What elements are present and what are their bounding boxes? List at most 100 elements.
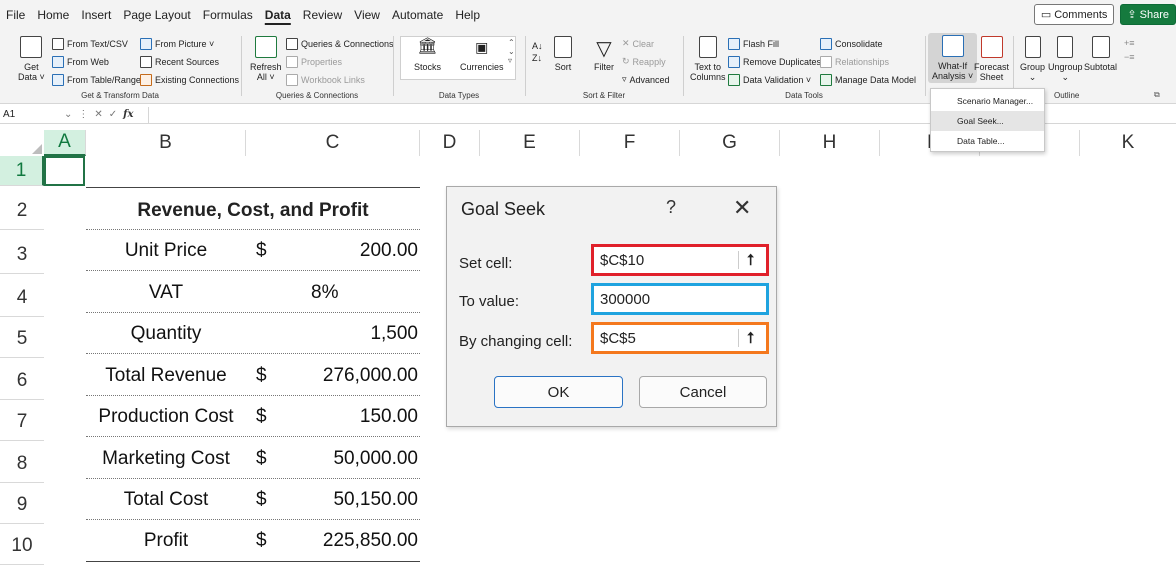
row-value[interactable]: 1,500	[280, 316, 418, 352]
stocks-button[interactable]: 🏛 Stocks	[414, 39, 441, 73]
column-header-f[interactable]: F	[580, 130, 680, 156]
menu-view[interactable]: View	[348, 8, 386, 22]
reapply-button[interactable]: ↻ Reapply	[622, 56, 666, 67]
row-label[interactable]: Profit	[86, 523, 246, 559]
existing-connections-button[interactable]: Existing Connections	[140, 74, 239, 86]
flash-fill-icon	[728, 38, 740, 50]
from-web-button[interactable]: From Web	[52, 56, 109, 68]
currencies-button[interactable]: ▣ Currencies	[460, 40, 504, 72]
insert-function-icon[interactable]: fx	[123, 109, 133, 120]
column-header-e[interactable]: E	[480, 130, 580, 156]
column-header-b[interactable]: B	[86, 130, 246, 156]
menu-automate[interactable]: Automate	[386, 8, 449, 22]
row-label[interactable]: VAT	[86, 275, 246, 311]
recent-sources-button[interactable]: Recent Sources	[140, 56, 219, 68]
collapse-dialog-icon[interactable]: ⭡	[738, 329, 762, 347]
data-validation-button[interactable]: Data Validation ˅	[728, 74, 811, 86]
properties-button[interactable]: Properties	[286, 56, 342, 68]
row-header-5[interactable]: 5	[0, 321, 44, 358]
subtotal-button[interactable]: Subtotal	[1084, 36, 1117, 72]
row-value[interactable]: 225,850.00	[280, 523, 418, 559]
menu-review[interactable]: Review	[297, 8, 348, 22]
column-header-h[interactable]: H	[780, 130, 880, 156]
from-picture-button[interactable]: From Picture ˅	[140, 38, 214, 50]
ungroup-button[interactable]: Ungroup ⌄	[1048, 36, 1083, 82]
clear-button[interactable]: ✕ Clear	[622, 38, 654, 49]
row-header-3[interactable]: 3	[0, 237, 44, 274]
filter-button[interactable]: ▽ Filter	[594, 36, 614, 72]
menu-insert[interactable]: Insert	[75, 8, 117, 22]
show-hide-detail-icon[interactable]: +≡ −≡	[1124, 36, 1135, 64]
what-if-analysis-button[interactable]: What-If Analysis ˅	[928, 33, 978, 83]
row-value[interactable]: 50,150.00	[280, 482, 418, 518]
from-text-csv-button[interactable]: From Text/CSV	[52, 38, 128, 50]
menu-item-goal-seek[interactable]: Goal Seek...	[931, 111, 1044, 131]
cancel-icon[interactable]: ✕	[94, 109, 102, 120]
advanced-filter-button[interactable]: ▿ Advanced	[622, 74, 670, 85]
flash-fill-button[interactable]: Flash Fill	[728, 38, 779, 50]
row-label[interactable]: Production Cost	[86, 399, 246, 435]
menu-item-data-table[interactable]: Data Table...	[931, 131, 1044, 151]
column-header-k[interactable]: K	[1080, 130, 1176, 156]
name-box[interactable]: A1	[0, 107, 56, 123]
row-value[interactable]: 150.00	[280, 399, 418, 435]
workbook-links-button[interactable]: Workbook Links	[286, 74, 365, 86]
share-button[interactable]: ⇪ Share	[1120, 4, 1176, 25]
menu-item-scenario-manager[interactable]: Scenario Manager...	[931, 91, 1044, 111]
row-header-8[interactable]: 8	[0, 446, 44, 483]
row-label[interactable]: Unit Price	[86, 233, 246, 269]
menu-data[interactable]: Data	[259, 8, 297, 22]
relationships-button[interactable]: Relationships	[820, 56, 889, 68]
from-table-range-button[interactable]: From Table/Range	[52, 74, 141, 86]
row-label[interactable]: Total Revenue	[86, 358, 246, 394]
row-value[interactable]: 50,000.00	[280, 441, 418, 477]
row-label[interactable]: Marketing Cost	[86, 441, 246, 477]
row-label[interactable]: Total Cost	[86, 482, 246, 518]
row-header-10[interactable]: 10	[0, 528, 44, 565]
row-header-1[interactable]: 1	[0, 156, 44, 186]
menu-page-layout[interactable]: Page Layout	[117, 8, 196, 22]
remove-duplicates-button[interactable]: Remove Duplicates	[728, 56, 821, 68]
menu-formulas[interactable]: Formulas	[197, 8, 259, 22]
gallery-scroll-icon[interactable]: ⌃ ⌄ ▿	[508, 38, 515, 65]
to-value-field[interactable]: 300000	[591, 283, 769, 315]
row-header-9[interactable]: 9	[0, 487, 44, 524]
row-value[interactable]: 200.00	[280, 233, 418, 269]
refresh-all-button[interactable]: Refresh All ˅	[250, 36, 282, 82]
sort-az-icon[interactable]: A↓ Z↓	[532, 40, 543, 64]
column-header-d[interactable]: D	[420, 130, 480, 156]
set-cell-field[interactable]: $C$10 ⭡	[591, 244, 769, 276]
check-icon[interactable]: ✓	[109, 109, 117, 120]
manage-data-model-button[interactable]: Manage Data Model	[820, 74, 916, 86]
menu-file[interactable]: File	[0, 8, 31, 22]
cancel-button[interactable]: Cancel	[639, 376, 767, 408]
help-icon[interactable]: ?	[666, 197, 676, 218]
row-header-6[interactable]: 6	[0, 363, 44, 400]
queries-connections-button[interactable]: Queries & Connections	[286, 38, 394, 50]
changing-cell-field[interactable]: $C$5 ⭡	[591, 322, 769, 354]
row-value[interactable]: 8%	[311, 275, 411, 311]
row-header-7[interactable]: 7	[0, 404, 44, 441]
text-to-columns-button[interactable]: Text to Columns	[690, 36, 726, 82]
row-header-4[interactable]: 4	[0, 280, 44, 317]
active-cell-a1[interactable]	[44, 156, 85, 186]
ok-button[interactable]: OK	[494, 376, 623, 408]
comments-button[interactable]: ▭ Comments	[1033, 4, 1115, 25]
column-header-c[interactable]: C	[246, 130, 420, 156]
sort-button[interactable]: Sort	[554, 36, 572, 72]
dialog-launcher-icon[interactable]: ⧉	[1154, 90, 1160, 100]
column-header-a[interactable]: A	[44, 130, 86, 156]
chevron-down-icon[interactable]: ⌄	[64, 109, 72, 120]
consolidate-button[interactable]: Consolidate	[820, 38, 883, 50]
select-all-corner[interactable]	[0, 130, 44, 156]
row-label[interactable]: Quantity	[86, 316, 246, 352]
close-icon[interactable]: ✕	[733, 195, 751, 221]
collapse-dialog-icon[interactable]: ⭡	[738, 251, 762, 269]
forecast-sheet-button[interactable]: Forecast Sheet	[974, 36, 1009, 82]
group-button[interactable]: Group ⌄	[1020, 36, 1045, 82]
column-header-g[interactable]: G	[680, 130, 780, 156]
row-value[interactable]: 276,000.00	[280, 358, 418, 394]
row-header-2[interactable]: 2	[0, 193, 44, 230]
menu-home[interactable]: Home	[31, 8, 75, 22]
menu-help[interactable]: Help	[449, 8, 486, 22]
